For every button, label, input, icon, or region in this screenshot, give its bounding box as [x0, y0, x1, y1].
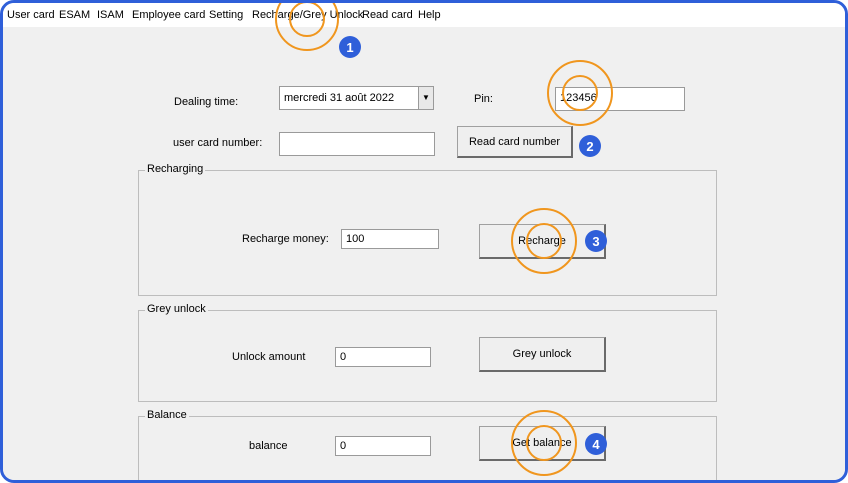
menu-setting[interactable]: Setting	[209, 9, 243, 21]
step-badge-3: 3	[585, 230, 607, 252]
caret-down-icon[interactable]: ▼	[418, 87, 433, 109]
pin-value: 123456	[560, 92, 597, 104]
recharging-title: Recharging	[145, 163, 206, 175]
form-area: Dealing time: mercredi 31 août 2022 ▼ Pi…	[3, 27, 845, 480]
user-card-number-input[interactable]	[279, 132, 435, 156]
menu-isam[interactable]: ISAM	[97, 9, 124, 21]
step-badge-4: 4	[585, 433, 607, 455]
menu-help[interactable]: Help	[418, 9, 441, 21]
balance-value: 0	[340, 440, 347, 452]
read-card-number-button[interactable]: Read card number	[457, 126, 573, 158]
app-window: User card ESAM ISAM Employee card Settin…	[0, 0, 848, 483]
menu-recharge-grey-unlock[interactable]: Recharge/Grey Unlock	[252, 9, 363, 21]
step-badge-1: 1	[339, 36, 361, 58]
menu-bar: User card ESAM ISAM Employee card Settin…	[3, 3, 845, 27]
grey-unlock-button[interactable]: Grey unlock	[479, 337, 606, 372]
dealing-time-picker[interactable]: mercredi 31 août 2022 ▼	[279, 86, 434, 110]
pin-input[interactable]: 123456	[555, 87, 685, 111]
menu-user-card[interactable]: User card	[7, 9, 55, 21]
balance-label: balance	[249, 440, 288, 452]
recharge-money-input[interactable]: 100	[341, 229, 439, 249]
dealing-time-value: mercredi 31 août 2022	[284, 92, 395, 104]
recharge-money-value: 100	[346, 233, 365, 245]
menu-esam[interactable]: ESAM	[59, 9, 90, 21]
unlock-amount-label: Unlock amount	[232, 351, 306, 363]
user-card-number-label: user card number:	[173, 137, 263, 149]
menu-read-card[interactable]: Read card	[362, 9, 413, 21]
balance-input[interactable]: 0	[335, 436, 431, 456]
unlock-amount-value: 0	[340, 351, 347, 363]
step-badge-2: 2	[579, 135, 601, 157]
pin-label: Pin:	[474, 93, 493, 105]
recharge-money-label: Recharge money:	[242, 233, 329, 245]
menu-employee-card[interactable]: Employee card	[132, 9, 205, 21]
unlock-amount-input[interactable]: 0	[335, 347, 431, 367]
balance-title: Balance	[145, 409, 189, 421]
dealing-time-label: Dealing time:	[174, 96, 239, 108]
grey-unlock-title: Grey unlock	[145, 303, 208, 315]
